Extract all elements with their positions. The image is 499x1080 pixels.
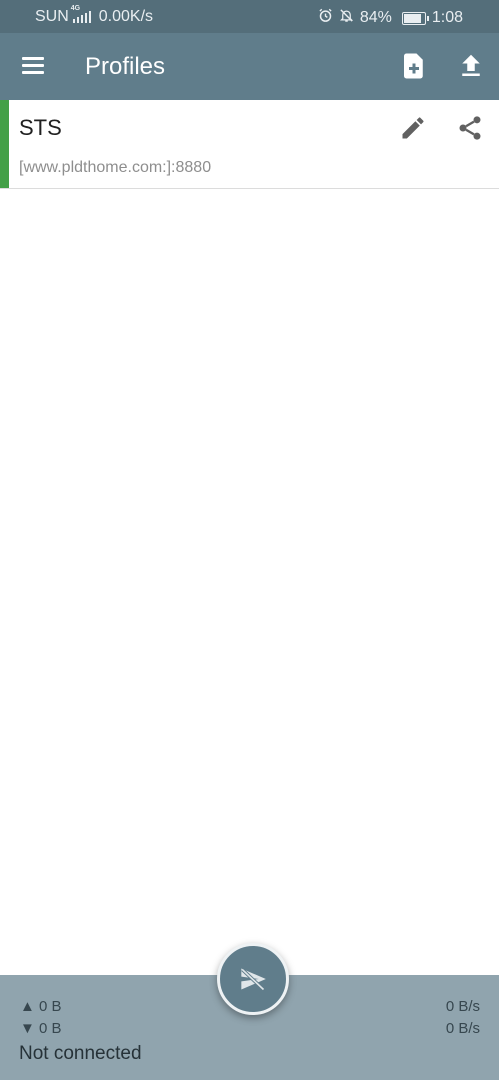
alarm-icon (318, 8, 333, 28)
battery-icon (401, 11, 429, 25)
share-icon[interactable] (456, 114, 484, 142)
network-speed: 0.00K/s (98, 8, 154, 25)
download-rate: 0 B/s (445, 1020, 480, 1037)
clock: 1:08 (431, 9, 463, 26)
upload-icon[interactable] (456, 51, 486, 81)
page-title: Profiles (85, 53, 166, 80)
download-total: ▼ 0 B (20, 1020, 62, 1037)
status-bar: SUN 4G 0.00K/s 84% 1:08 (0, 0, 499, 33)
upload-rate: 0 B/s (445, 998, 480, 1015)
mute-bell-icon (339, 8, 354, 28)
profile-item[interactable]: STS [www.pldthome.com:]:8880 (0, 100, 499, 189)
connection-status: Not connected (19, 1043, 142, 1064)
paper-plane-off-icon (241, 968, 266, 991)
connect-button[interactable] (217, 943, 289, 1015)
battery-percent: 84% (359, 9, 392, 26)
carrier-label: SUN (35, 8, 69, 25)
add-file-icon[interactable] (399, 51, 429, 81)
profile-server: [www.pldthome.com:]:8880 (19, 159, 212, 176)
menu-icon[interactable] (18, 53, 48, 79)
network-type-label: 4G (70, 5, 81, 12)
upload-total: ▲ 0 B (20, 998, 62, 1015)
edit-icon[interactable] (399, 114, 427, 142)
signal-icon: 4G (71, 5, 91, 23)
status-right: 84% 1:08 (318, 8, 463, 28)
status-left: SUN 4G 0.00K/s (35, 5, 154, 26)
profile-name: STS (19, 115, 62, 140)
app-bar: Profiles (0, 33, 499, 100)
active-profile-indicator (0, 100, 9, 188)
